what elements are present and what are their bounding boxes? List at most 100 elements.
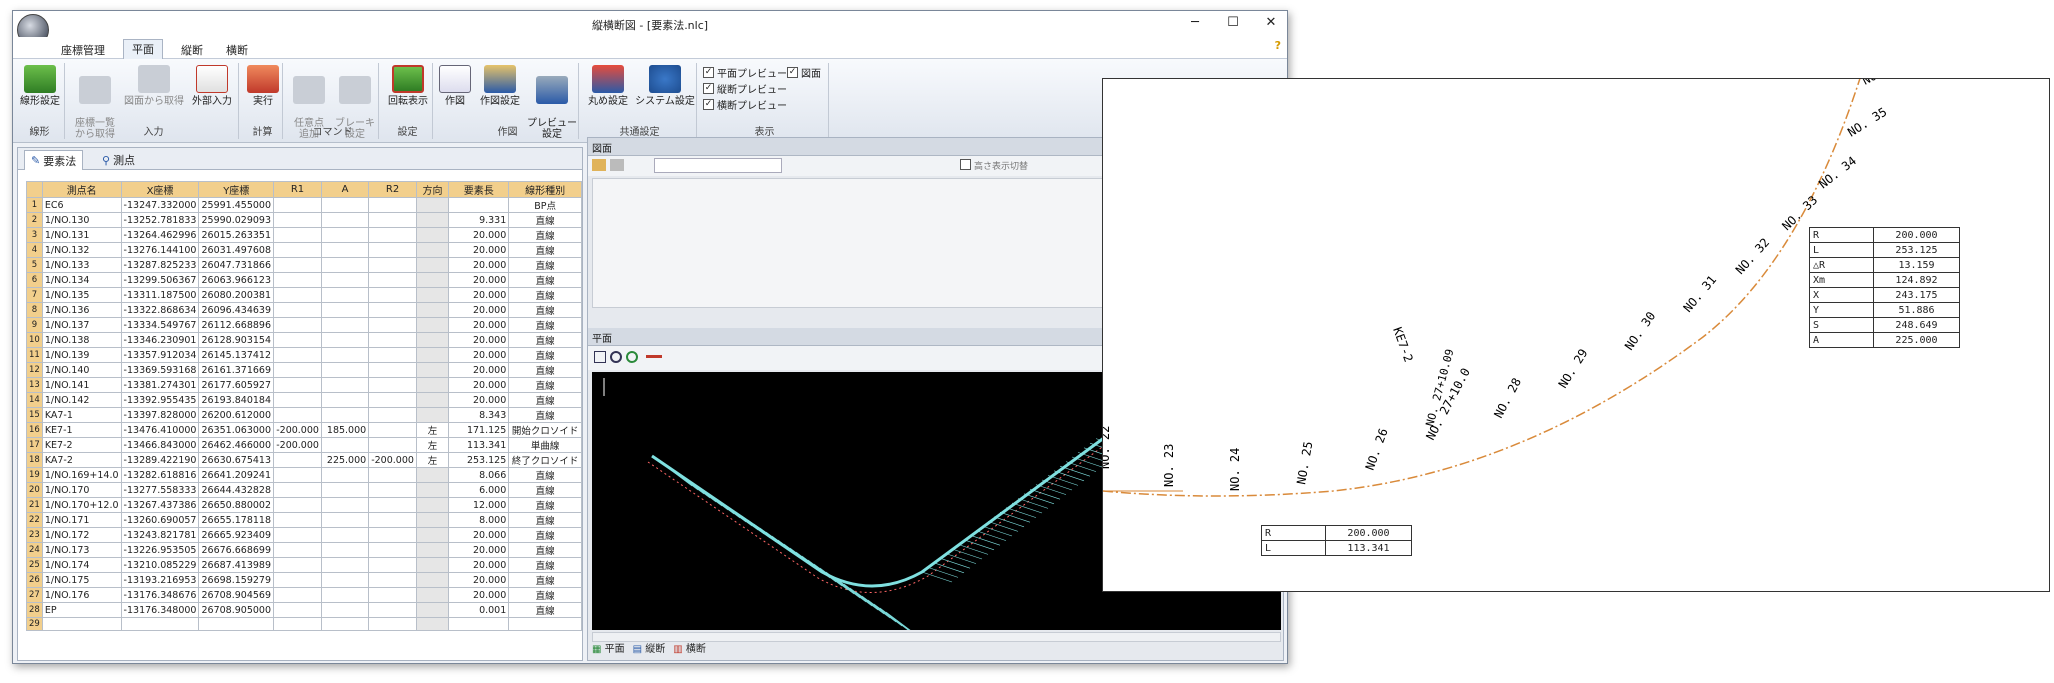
table-cell[interactable] [415,347,450,363]
table-cell[interactable] [273,197,322,213]
table-cell[interactable] [415,542,450,558]
table-cell[interactable]: 20.000 [448,572,510,588]
table-cell[interactable] [368,602,417,618]
table-cell[interactable]: 1/NO.174 [41,557,122,573]
table-row[interactable]: 8 1/NO.136 -13322.868634 26096.434639 20.000… [26,302,582,318]
table-cell[interactable]: 9.331 [448,212,510,228]
table-cell[interactable]: 26708.904569 [198,587,274,603]
table-cell[interactable] [320,287,370,303]
table-cell[interactable] [415,302,450,318]
table-cell[interactable] [273,272,322,288]
column-header[interactable]: R1 [273,181,322,198]
folder-icon[interactable] [592,159,606,171]
table-cell[interactable] [320,347,370,363]
table-cell[interactable]: 26112.668896 [198,317,274,333]
table-cell[interactable] [273,362,322,378]
table-cell[interactable]: 終了クロソイド [508,452,582,468]
table-cell[interactable]: -13276.144100 [120,242,200,258]
column-header[interactable]: 線形種別 [508,181,582,198]
table-cell[interactable]: 26676.668699 [198,542,274,558]
rotate-view-button[interactable]: 回転表示 [385,65,431,107]
table-row[interactable]: 1 EC6 -13247.332000 25991.455000 BP点 [26,197,582,213]
table-cell[interactable] [368,257,417,273]
table-cell[interactable]: 1/NO.142 [41,392,122,408]
table-cell[interactable] [320,197,370,213]
table-cell[interactable] [415,197,450,213]
table-cell[interactable]: 20.000 [448,317,510,333]
table-cell[interactable]: 26080.200381 [198,287,274,303]
plan-preview-check[interactable]: ✓ 平面プレビュー [703,65,787,80]
table-cell[interactable]: 20.000 [448,272,510,288]
table-cell[interactable]: 1/NO.176 [41,587,122,603]
table-cell[interactable]: -13193.216953 [120,572,200,588]
height-toggle[interactable]: 高さ表示切替 [960,159,1028,172]
table-cell[interactable] [368,392,417,408]
table-cell[interactable] [415,242,450,258]
table-cell[interactable]: 1/NO.170+12.0 [41,497,122,513]
draw-settings-button[interactable]: 作図設定 [475,65,525,107]
table-cell[interactable] [320,257,370,273]
table-cell[interactable]: 26644.432828 [198,482,274,498]
table-cell[interactable]: 20.000 [448,332,510,348]
table-cell[interactable]: 直線 [508,317,582,333]
table-cell[interactable] [273,347,322,363]
table-cell[interactable]: -13311.187500 [120,287,200,303]
table-row[interactable]: 12 1/NO.140 -13369.593168 26161.371669 20.00… [26,362,582,378]
table-row[interactable]: 2 1/NO.130 -13252.781833 25990.029093 9.331 直… [26,212,582,228]
table-cell[interactable]: 直線 [508,482,582,498]
table-cell[interactable] [415,407,450,423]
maximize-button[interactable]: ☐ [1223,15,1243,30]
table-cell[interactable]: 26462.466000 [198,437,274,453]
table-cell[interactable]: -13322.868634 [120,302,200,318]
table-cell[interactable] [368,347,417,363]
zoom-fit-icon[interactable] [594,351,606,363]
table-cell[interactable]: -13226.953505 [120,542,200,558]
close-button[interactable]: ✕ [1261,15,1281,30]
table-cell[interactable]: 20.000 [448,542,510,558]
table-cell[interactable] [273,257,322,273]
table-cell[interactable]: 左 [415,437,450,453]
table-cell[interactable]: -13243.821781 [120,527,200,543]
table-cell[interactable] [273,557,322,573]
table-row[interactable]: 10 1/NO.138 -13346.230901 26128.903154 20.00… [26,332,582,348]
table-cell[interactable] [273,482,322,498]
rounding-settings-button[interactable]: 丸め設定 [583,65,633,107]
table-cell[interactable] [320,602,370,618]
table-cell[interactable]: 直線 [508,392,582,408]
table-cell[interactable] [415,572,450,588]
table-cell[interactable]: -13282.618816 [120,467,200,483]
table-cell[interactable] [273,392,322,408]
table-cell[interactable] [273,602,322,618]
table-cell[interactable] [320,407,370,423]
column-header[interactable]: R2 [368,181,417,198]
table-cell[interactable]: -13260.690057 [120,512,200,528]
table-cell[interactable]: 直線 [508,557,582,573]
table-cell[interactable]: 12.000 [448,497,510,513]
table-cell[interactable] [415,212,450,228]
table-cell[interactable] [320,272,370,288]
table-cell[interactable] [273,377,322,393]
table-cell[interactable] [320,527,370,543]
table-cell[interactable]: 8.343 [448,407,510,423]
table-cell[interactable] [368,212,417,228]
table-cell[interactable]: 26655.178118 [198,512,274,528]
table-row[interactable]: 28 EP -13176.348000 26708.905000 0.001 直線 [26,602,582,618]
save-icon[interactable] [610,159,624,171]
table-cell[interactable]: 8.000 [448,512,510,528]
table-cell[interactable] [448,617,510,631]
table-cell[interactable] [120,617,200,631]
table-cell[interactable]: 26177.605927 [198,377,274,393]
table-cell[interactable]: 1/NO.135 [41,287,122,303]
table-cell[interactable] [273,587,322,603]
table-cell[interactable]: 1/NO.133 [41,257,122,273]
table-cell[interactable]: 1/NO.138 [41,332,122,348]
table-cell[interactable]: 20.000 [448,242,510,258]
table-cell[interactable] [273,227,322,243]
system-settings-button[interactable]: システム設定 [635,65,695,107]
table-cell[interactable] [320,362,370,378]
tab-view-cross[interactable]: ▥ 横断 [673,640,706,655]
table-cell[interactable]: -13466.843000 [120,437,200,453]
table-cell[interactable]: 直線 [508,332,582,348]
table-cell[interactable] [320,302,370,318]
tab-coordinates[interactable]: 座標管理 [53,41,113,59]
